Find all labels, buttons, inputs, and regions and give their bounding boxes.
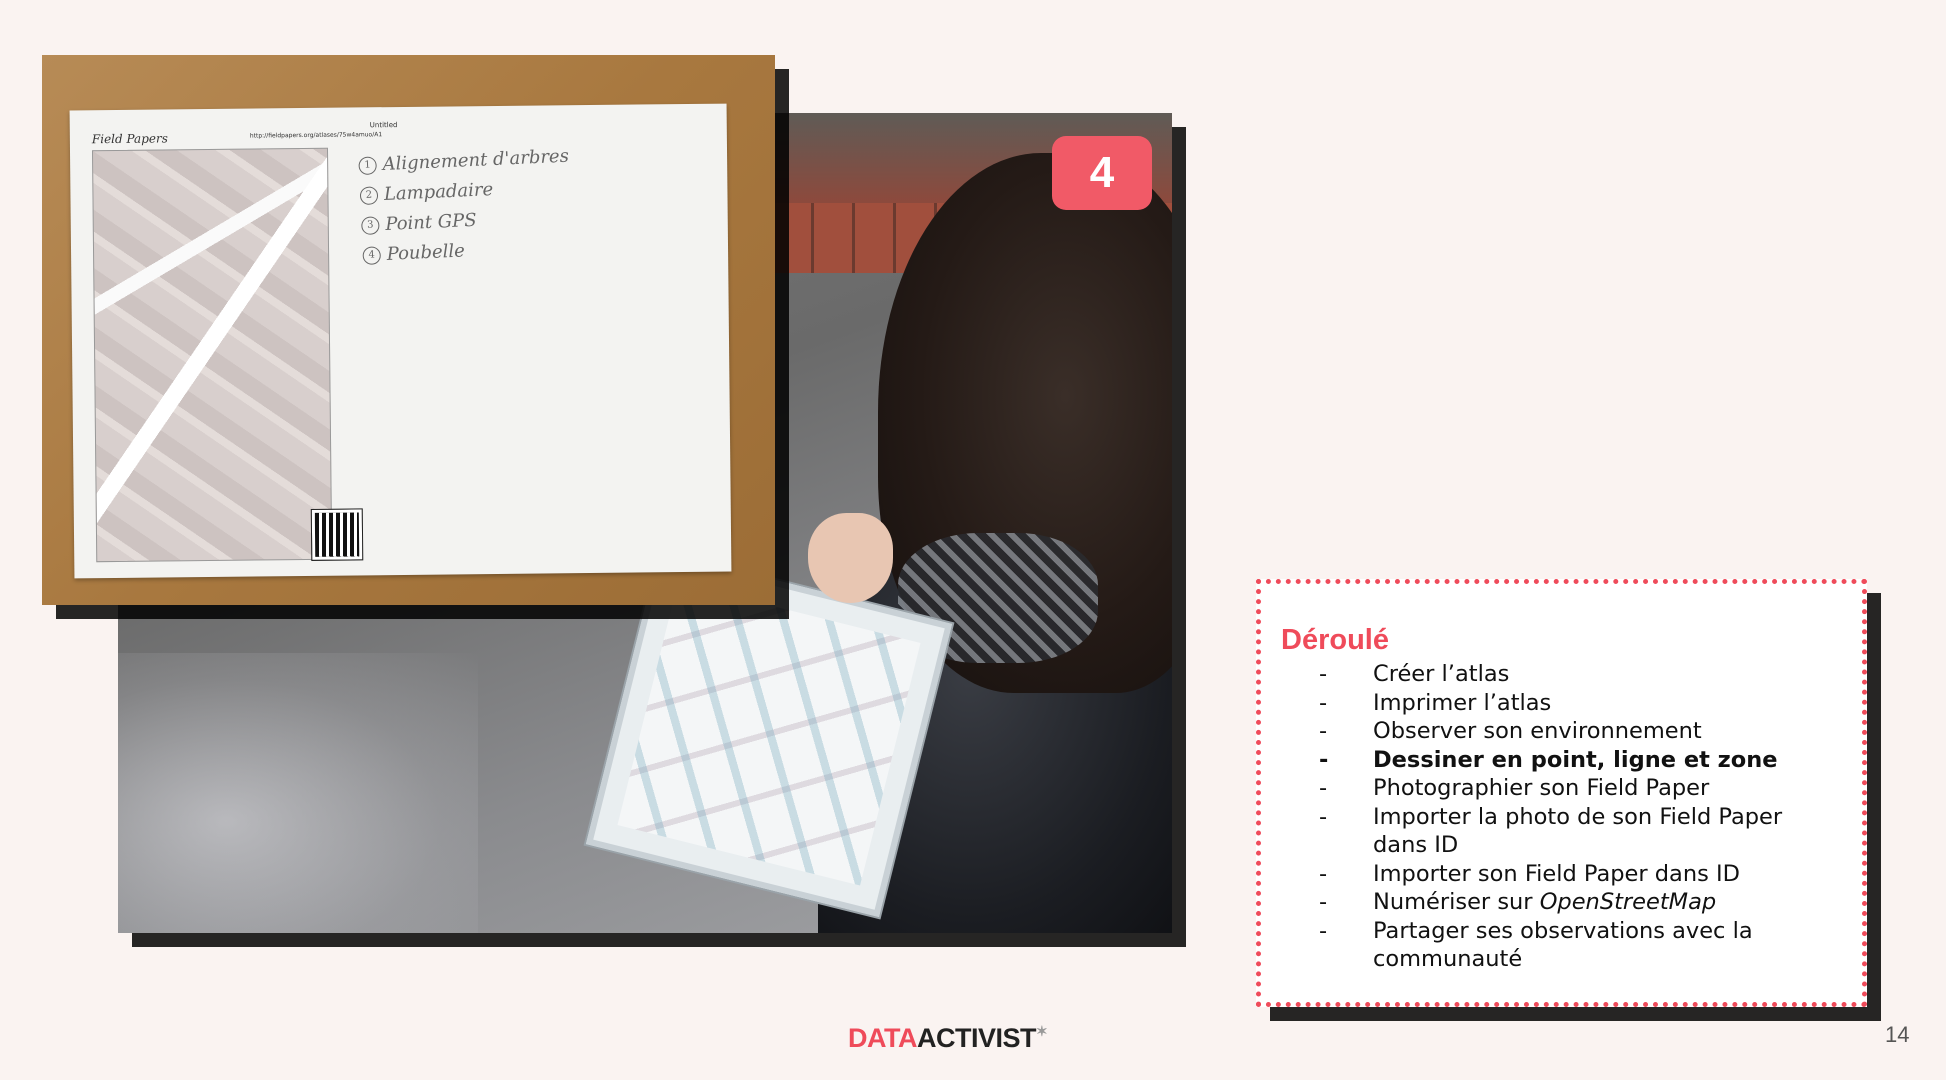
field-paper-untitled: Untitled bbox=[369, 121, 398, 130]
page-number: 14 bbox=[1885, 1022, 1910, 1047]
step-item-current: - Dessiner en point, ligne et zone bbox=[1319, 746, 1778, 773]
datactivist-logo: DATAACTIVIST✶ bbox=[848, 1023, 1048, 1053]
sparkle-icon: ✶ bbox=[1036, 1023, 1048, 1039]
step-item: - Photographier son Field Paper bbox=[1319, 775, 1710, 801]
qr-code bbox=[310, 508, 364, 561]
step-item: - Numériser sur OpenStreetMap bbox=[1319, 889, 1717, 915]
step-item: - Partager ses observations avec la commu… bbox=[1319, 917, 1753, 973]
field-paper-sheet: Field Papers Untitled http://fieldpapers… bbox=[69, 103, 732, 579]
step-item: - Imprimer l’atlas bbox=[1319, 689, 1552, 716]
steps-list: - Créer l’atlas - Imprimer l’atlas - Observ… bbox=[1261, 660, 1862, 974]
field-paper-map bbox=[91, 147, 333, 563]
field-paper-title: Field Papers bbox=[91, 131, 168, 147]
step-item: - Observer son environnement bbox=[1319, 718, 1702, 744]
step-item: - Créer l’atlas bbox=[1319, 661, 1510, 687]
field-paper-url: http://fieldpapers.org/atlases/75w4amuo/… bbox=[249, 131, 383, 140]
step-item: - Importer son Field Paper dans ID bbox=[1319, 860, 1740, 887]
steps-title: Déroulé bbox=[1281, 624, 1389, 656]
step-item: - Importer la photo de son Field Paper da… bbox=[1319, 803, 1783, 859]
person-hand bbox=[808, 513, 893, 603]
step-number-badge: 4 bbox=[1052, 136, 1152, 210]
steps-box: Déroulé - Créer l’atlas - Imprimer l’atlas… bbox=[1256, 579, 1867, 1007]
photo-field-paper: Field Papers Untitled http://fieldpapers… bbox=[42, 55, 775, 605]
field-paper-legend: 1 Alignement d'arbres 2 Lampadaire 3 Point … bbox=[358, 142, 574, 271]
